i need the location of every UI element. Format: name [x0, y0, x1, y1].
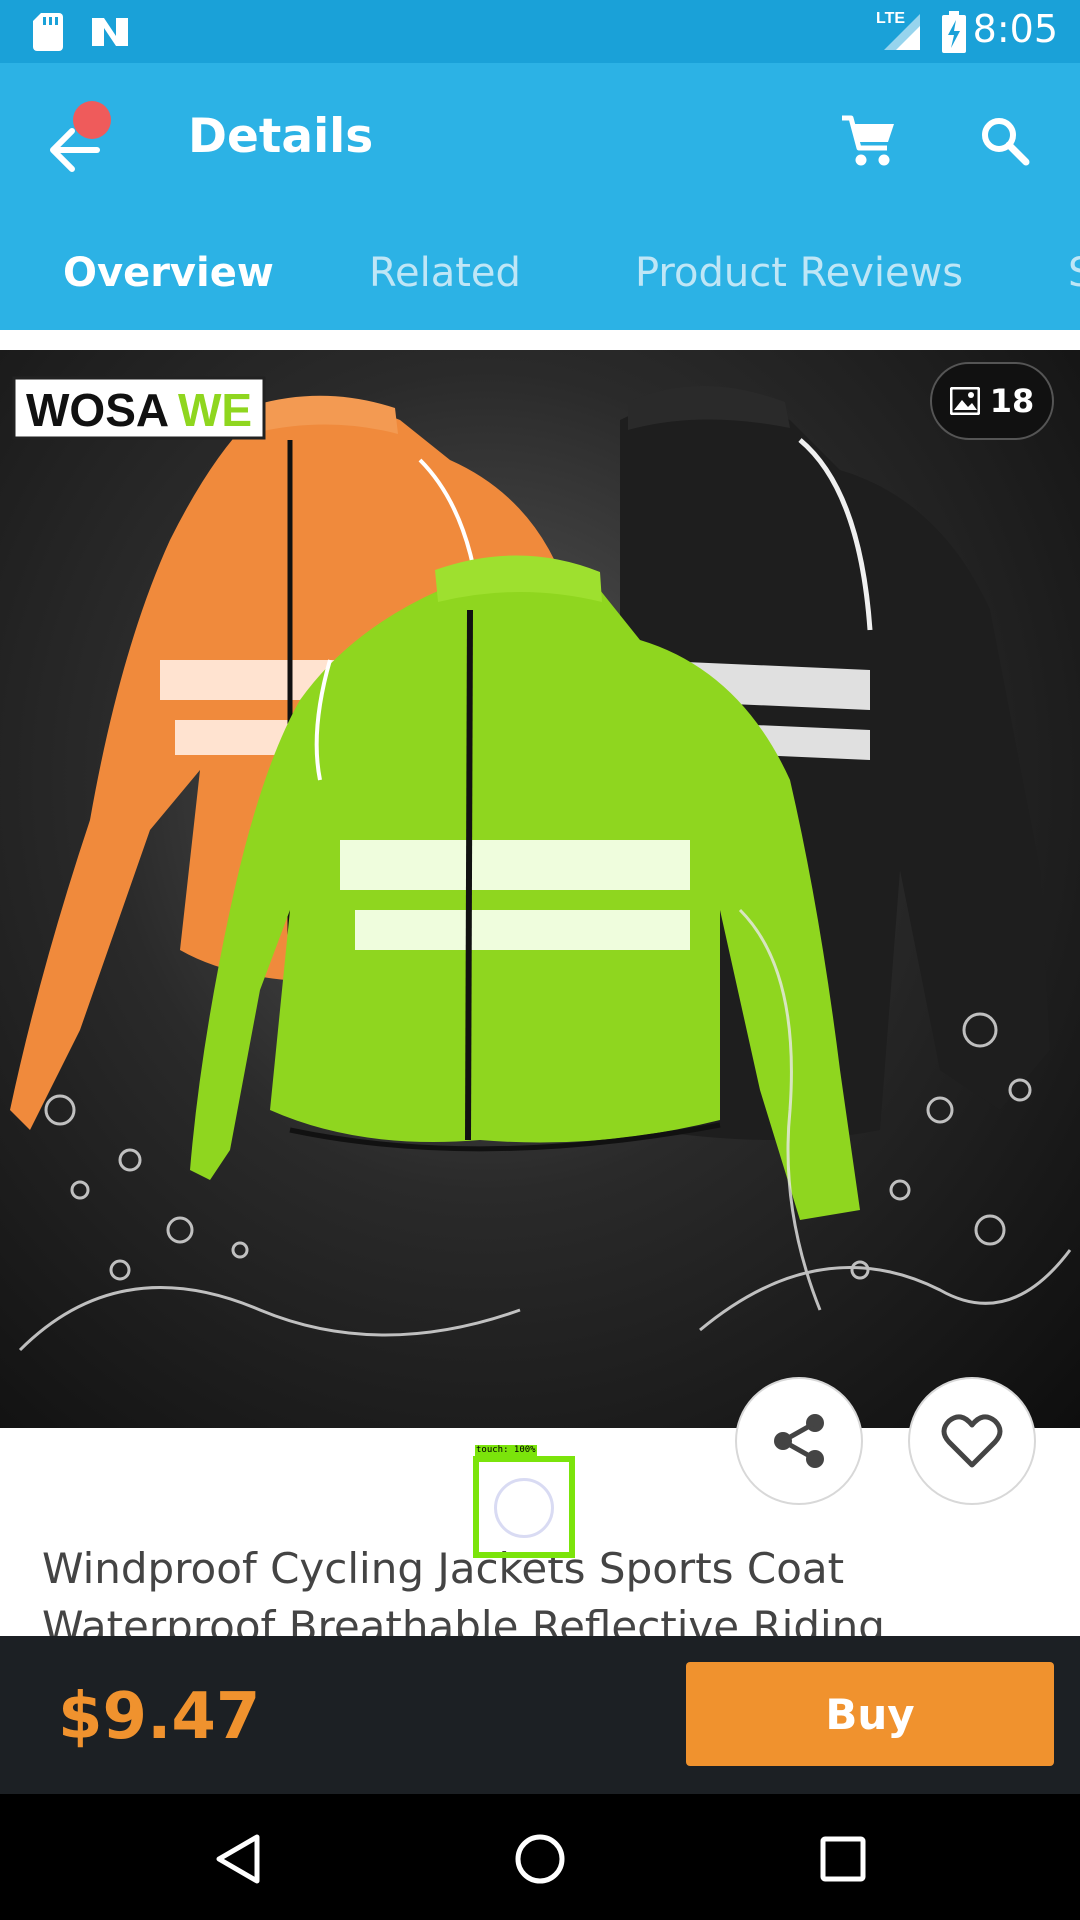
back-triangle-icon	[216, 1834, 260, 1884]
tab-product-reviews[interactable]: Product Reviews	[635, 250, 963, 296]
svg-text:WE: WE	[178, 384, 252, 436]
product-image[interactable]: WOSA WE	[0, 350, 1080, 1428]
touch-indicator-label: touch: 100%	[475, 1445, 537, 1456]
svg-text:WOSA: WOSA	[26, 384, 169, 436]
tab-related[interactable]: Related	[369, 250, 521, 296]
jacket-illustration: WOSA WE	[10, 376, 1072, 1352]
product-title-line-2: Waterproof Breathable Reflective Riding	[42, 1602, 885, 1636]
n-notification-icon	[90, 10, 130, 54]
home-circle-icon	[515, 1834, 565, 1884]
system-nav-bar	[0, 1794, 1080, 1920]
tab-divider-gap	[306, 326, 1080, 330]
search-button[interactable]	[965, 101, 1045, 181]
recents-square-icon	[820, 1836, 866, 1882]
image-icon	[949, 387, 980, 415]
tab-indicator	[0, 330, 306, 337]
share-button[interactable]	[735, 1377, 863, 1505]
nav-back-button[interactable]	[203, 1824, 273, 1894]
buy-button[interactable]: Buy	[686, 1662, 1054, 1766]
page-title: Details	[188, 109, 374, 164]
search-icon	[982, 118, 1030, 166]
signal-icon	[880, 10, 924, 54]
favorite-button[interactable]	[908, 1377, 1036, 1505]
tab-overview[interactable]: Overview	[63, 250, 274, 296]
price: $9.47	[58, 1680, 261, 1754]
heart-icon	[941, 1414, 1003, 1468]
battery-charging-icon	[940, 10, 968, 54]
sd-card-icon	[30, 10, 66, 54]
status-bar: LTE 8:05	[0, 0, 1080, 63]
photo-count-label: 18	[989, 382, 1035, 420]
notification-dot	[73, 101, 111, 139]
share-icon	[774, 1414, 824, 1468]
cart-button[interactable]	[828, 101, 908, 181]
cart-icon	[842, 115, 894, 166]
nav-home-button[interactable]	[505, 1824, 575, 1894]
status-time: 8:05	[972, 7, 1058, 51]
photo-count-badge[interactable]: 18	[930, 362, 1054, 440]
nav-recents-button[interactable]	[808, 1824, 878, 1894]
app-bar: Details	[0, 63, 1080, 208]
tab-bar: Overview Related Product Reviews S	[0, 208, 1080, 337]
touch-indicator-circle	[494, 1478, 554, 1538]
buy-bar: $9.47 Buy	[0, 1636, 1080, 1794]
brand-logo: WOSA WE	[12, 376, 266, 440]
tab-partial[interactable]: S	[1068, 250, 1080, 296]
